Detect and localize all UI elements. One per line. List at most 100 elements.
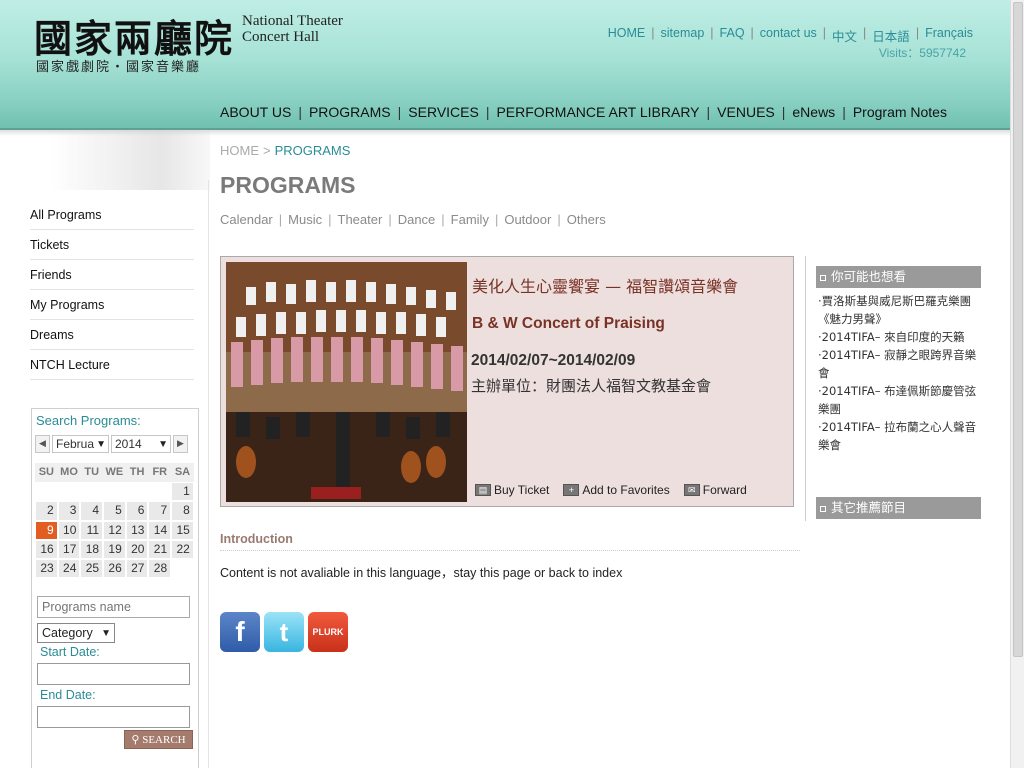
toplink-japanese[interactable]: 日本語: [866, 26, 916, 45]
calendar-day[interactable]: 14: [148, 520, 172, 540]
nav-venues[interactable]: VENUES: [711, 104, 781, 120]
sub-nav: Calendar | Music | Theater | Dance | Family |…: [220, 212, 606, 227]
nav-enews[interactable]: eNews: [786, 104, 841, 120]
calendar-day[interactable]: 5: [103, 501, 126, 521]
calendar-day[interactable]: 20: [125, 539, 149, 559]
end-date-input[interactable]: [37, 706, 190, 728]
divider: |: [278, 212, 283, 227]
subnav-family[interactable]: Family: [451, 212, 489, 227]
toplink-home[interactable]: HOME: [602, 26, 652, 45]
calendar-day[interactable]: 11: [80, 520, 104, 540]
facebook-icon[interactable]: f: [220, 612, 260, 652]
toplink-contact[interactable]: contact us: [754, 26, 823, 45]
main-nav: ABOUT US | PROGRAMS | SERVICES | PERFORMANC…: [214, 104, 953, 120]
sidebar-item-my-programs[interactable]: My Programs: [30, 290, 194, 320]
search-button[interactable]: ⚲ SEARCH: [124, 730, 193, 749]
vertical-scrollbar[interactable]: [1010, 0, 1024, 768]
calendar-day[interactable]: 21: [148, 539, 172, 559]
nav-program-notes[interactable]: Program Notes: [847, 104, 953, 120]
calendar-day[interactable]: 17: [57, 539, 81, 559]
category-select[interactable]: Category ▼: [37, 623, 115, 643]
year-select[interactable]: 2014 ▼: [111, 435, 171, 453]
subnav-theater[interactable]: Theater: [338, 212, 383, 227]
breadcrumb-current[interactable]: PROGRAMS: [275, 143, 351, 158]
calendar-day[interactable]: 13: [125, 520, 149, 540]
calendar-nav: ◀ Februa ▼ 2014 ▼ ▶: [35, 435, 188, 453]
prev-month-button[interactable]: ◀: [35, 435, 50, 453]
program-photo[interactable]: [226, 262, 467, 502]
calendar-day[interactable]: 18: [80, 539, 104, 559]
calendar-day[interactable]: 28: [148, 558, 172, 579]
search-panel: Search Programs: ◀ Februa ▼ 2014 ▼ ▶ SU MO T…: [31, 408, 199, 768]
calendar-day[interactable]: 25: [80, 558, 104, 579]
calendar-empty-cell: [125, 482, 149, 502]
divider: |: [557, 212, 561, 227]
toplink-sitemap[interactable]: sitemap: [655, 26, 711, 45]
logo-en-line2: Concert Hall: [242, 29, 320, 45]
recommend-item[interactable]: ‧2014TIFA– 來自印度的天籟: [818, 328, 978, 346]
calendar-day[interactable]: 2: [35, 501, 58, 521]
recommend-item[interactable]: ‧2014TIFA– 寂靜之眼跨界音樂會: [818, 346, 978, 382]
calendar-day[interactable]: 9: [35, 520, 58, 540]
calendar-day[interactable]: 3: [57, 501, 81, 521]
sidebar-item-all-programs[interactable]: All Programs: [30, 200, 194, 230]
calendar-day[interactable]: 15: [171, 520, 194, 540]
subnav-others[interactable]: Others: [567, 212, 606, 227]
program-actions: ▤ Buy Ticket + Add to Favorites ✉ Forward: [475, 483, 761, 497]
divider: |: [388, 212, 392, 227]
calendar-day[interactable]: 1: [171, 482, 194, 502]
scrollbar-thumb[interactable]: [1013, 2, 1023, 657]
calendar-day[interactable]: 4: [80, 501, 104, 521]
subnav-dance[interactable]: Dance: [398, 212, 436, 227]
forward-button[interactable]: ✉ Forward: [683, 483, 747, 497]
toplink-french[interactable]: Français: [919, 26, 979, 45]
calendar-day[interactable]: 10: [57, 520, 81, 540]
logo[interactable]: 國家兩廳院: [34, 8, 234, 63]
calendar-day[interactable]: 16: [35, 539, 58, 559]
calendar-day[interactable]: 19: [103, 539, 126, 559]
sidebar-item-ntch-lecture[interactable]: NTCH Lecture: [30, 350, 194, 380]
sidebar-item-tickets[interactable]: Tickets: [30, 230, 194, 260]
plurk-icon[interactable]: PLURK: [308, 612, 348, 652]
calendar-day[interactable]: 6: [125, 501, 149, 521]
program-name-input[interactable]: [37, 596, 190, 618]
subnav-calendar[interactable]: Calendar: [220, 212, 273, 227]
add-favorites-button[interactable]: + Add to Favorites: [563, 483, 670, 497]
recommend-item[interactable]: ‧2014TIFA– 拉布蘭之心人聲音樂會: [818, 418, 978, 454]
calendar-day[interactable]: 22: [171, 539, 194, 559]
calendar-day[interactable]: 24: [57, 558, 81, 579]
page-title: PROGRAMS: [220, 172, 356, 198]
recommend-item[interactable]: ‧賈洛斯基與威尼斯巴羅克樂團《魅力男聲》: [818, 292, 978, 328]
program-date: 2014/02/07~2014/02/09: [471, 352, 636, 369]
subnav-outdoor[interactable]: Outdoor: [504, 212, 551, 227]
nav-about-us[interactable]: ABOUT US: [214, 104, 297, 120]
recommend-item[interactable]: ‧2014TIFA– 布達佩斯節慶管弦樂團: [818, 382, 978, 418]
calendar-day[interactable]: 12: [103, 520, 126, 540]
next-month-button[interactable]: ▶: [173, 435, 188, 453]
program-organizer: 主辦單位：財團法人福智文教基金會: [471, 377, 712, 395]
visit-counter: Visits：5957742: [878, 46, 966, 60]
breadcrumb-home[interactable]: HOME: [220, 143, 259, 158]
nav-library[interactable]: PERFORMANCE ART LIBRARY: [490, 104, 705, 120]
toplink-faq[interactable]: FAQ: [714, 26, 751, 45]
calendar-day[interactable]: 27: [125, 558, 149, 579]
calendar-day[interactable]: 7: [148, 501, 172, 521]
start-date-input[interactable]: [37, 663, 190, 685]
sidebar-item-dreams[interactable]: Dreams: [30, 320, 194, 350]
calendar-day[interactable]: 26: [103, 558, 126, 579]
calendar-day[interactable]: 23: [35, 558, 58, 579]
nav-services[interactable]: SERVICES: [402, 104, 485, 120]
breadcrumb: HOME > PROGRAMS: [220, 143, 350, 158]
nav-programs[interactable]: PROGRAMS: [303, 104, 397, 120]
sidebar-item-friends[interactable]: Friends: [30, 260, 194, 290]
page: 國家兩廳院 National Theater Concert Hall 國家戲劇…: [0, 0, 1024, 768]
calendar-day[interactable]: 8: [171, 501, 194, 521]
toplink-chinese[interactable]: 中文: [826, 26, 863, 45]
month-select[interactable]: Februa ▼: [52, 435, 109, 453]
buy-ticket-button[interactable]: ▤ Buy Ticket: [475, 483, 549, 497]
add-favorites-label: Add to Favorites: [582, 483, 670, 497]
program-title-cn: 美化人生心靈饗宴 — 福智讚頌音樂會: [472, 277, 739, 296]
subnav-music[interactable]: Music: [288, 212, 322, 227]
header: 國家兩廳院 National Theater Concert Hall 國家戲劇…: [0, 0, 1010, 136]
twitter-icon[interactable]: t: [264, 612, 304, 652]
